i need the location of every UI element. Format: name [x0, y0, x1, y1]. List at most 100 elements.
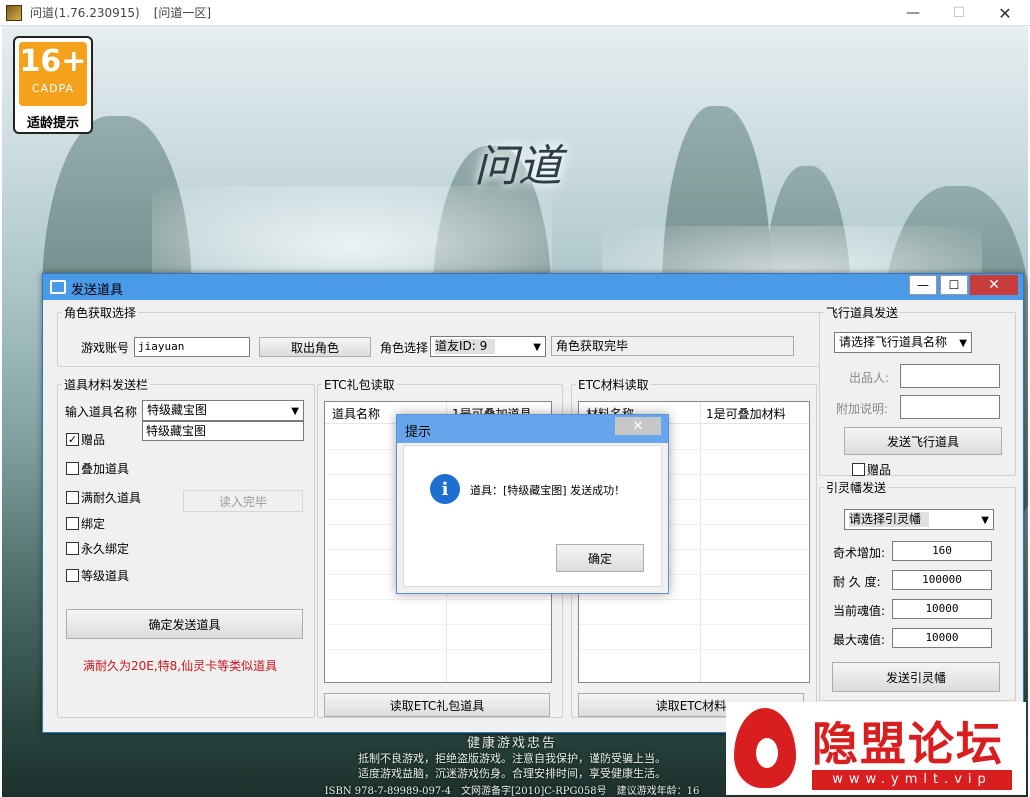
- game-app-icon: [6, 4, 22, 21]
- age-rating-tip: 适龄提示: [26, 116, 79, 131]
- tool-close-button[interactable]: ✕: [970, 275, 1018, 295]
- health-notice: 健康游戏忠告 抵制不良游戏，拒绝盗版游戏。注意自我保护，谨防受骗上当。 适度游戏…: [292, 732, 732, 797]
- health-notice-line: 适度游戏益脑，沉迷游戏伤身。合理安排时间，享受健康生活。: [358, 767, 666, 780]
- send-flight-item-button[interactable]: 发送飞行道具: [844, 427, 1002, 455]
- info-icon: i: [430, 474, 460, 504]
- account-input[interactable]: jiayuan: [134, 337, 250, 357]
- durability-hint: 满耐久为20E,特8,仙灵卡等类似道具: [83, 659, 278, 673]
- read-done-button[interactable]: 读入完毕: [183, 490, 303, 512]
- chevron-down-icon: ▼: [533, 342, 541, 353]
- producer-input[interactable]: [900, 364, 1000, 388]
- game-server-name: [问道一区]: [153, 6, 212, 20]
- etc-gift-legend: ETC礼包读取: [324, 378, 395, 392]
- app-icon: [50, 280, 66, 294]
- dialog-close-button[interactable]: ✕: [615, 417, 661, 435]
- chevron-down-icon: ▼: [959, 338, 967, 349]
- role-selected-value: 道友ID: 9: [435, 339, 496, 354]
- bind-checkbox[interactable]: 绑定: [66, 515, 105, 532]
- role-group-legend: 角色获取选择: [64, 306, 137, 320]
- close-icon: ✕: [998, 3, 1012, 23]
- health-notice-title: 健康游戏忠告: [466, 736, 557, 751]
- banner-group: 引灵幡发送 请选择引灵幡 ▼ 奇术增加: 160 耐 久 度: 100000 当…: [819, 479, 1016, 701]
- game-logo: 问道: [474, 141, 562, 192]
- health-notice-line: 抵制不良游戏，拒绝盗版游戏。注意自我保护，谨防受骗上当。: [358, 752, 666, 765]
- checkbox-icon: [852, 463, 865, 476]
- close-icon: ✕: [988, 277, 1000, 293]
- item-name-label: 输入道具名称: [65, 405, 138, 419]
- flame-logo-icon: [734, 708, 796, 788]
- dialog-body: i 道具：[特级藏宝图] 发送成功！ 确定: [403, 445, 662, 587]
- watermark-url: www.ymlt.vip: [812, 770, 1012, 790]
- account-label: 游戏账号: [81, 341, 130, 355]
- flight-item-select[interactable]: 请选择飞行道具名称 ▼: [834, 332, 972, 353]
- game-maximize-button[interactable]: ☐: [936, 0, 982, 26]
- stackable-checkbox[interactable]: 叠加道具: [66, 460, 129, 477]
- item-suggestion[interactable]: 特级藏宝图: [142, 421, 304, 441]
- dialog-ok-button[interactable]: 确定: [556, 544, 644, 572]
- age-rating-number: 16+: [19, 44, 87, 79]
- flight-item-legend: 飞行道具发送: [826, 306, 899, 320]
- send-banner-button[interactable]: 发送引灵幡: [832, 662, 1000, 692]
- item-group: 道具材料发送栏 输入道具名称 特级藏宝图 ▼ 特级藏宝图 ✓ 赠品 叠加道具 满耐…: [57, 376, 315, 718]
- durability-input[interactable]: 100000: [892, 570, 992, 590]
- dialog-message: 道具：[特级藏宝图] 发送成功！: [470, 484, 626, 497]
- fetch-role-button[interactable]: 取出角色: [259, 337, 371, 357]
- checkbox-icon: [66, 569, 79, 582]
- role-group: 角色获取选择 游戏账号 jiayuan 取出角色 角色选择 道友ID: 9 ▼ …: [57, 304, 820, 367]
- permanent-bind-checkbox[interactable]: 永久绑定: [66, 540, 129, 557]
- level-item-checkbox[interactable]: 等级道具: [66, 567, 129, 584]
- tool-maximize-button[interactable]: ☐: [940, 275, 968, 295]
- maximize-icon: ☐: [948, 278, 960, 292]
- role-select-label: 角色选择: [380, 341, 429, 355]
- role-status: 角色获取完毕: [551, 336, 794, 356]
- gift-checkbox[interactable]: ✓ 赠品: [66, 431, 105, 448]
- note-input[interactable]: [900, 395, 1000, 419]
- column-header-stackable: 1是可叠加材料: [706, 407, 786, 421]
- magic-bonus-input[interactable]: 160: [892, 541, 992, 561]
- tool-window-title: 发送道具: [71, 283, 124, 298]
- tool-titlebar: 发送道具 — ☐ ✕: [43, 274, 1023, 300]
- banner-legend: 引灵幡发送: [826, 481, 887, 495]
- isbn-line: ISBN 978-7-89989-097-4 文网游备字[2010]C-RPG0…: [324, 786, 700, 797]
- maximize-icon: ☐: [952, 5, 966, 21]
- checkbox-icon: [66, 542, 79, 555]
- banner-placeholder: 请选择引灵幡: [849, 512, 930, 527]
- flight-item-group: 飞行道具发送 请选择飞行道具名称 ▼ 出品人: 附加说明: 发送飞行道具 赠品: [819, 304, 1016, 478]
- current-soul-input[interactable]: 10000: [892, 599, 992, 619]
- flight-item-placeholder: 请选择飞行道具名称: [839, 335, 948, 349]
- game-minimize-button[interactable]: —: [890, 0, 936, 26]
- confirm-send-item-button[interactable]: 确定发送道具: [66, 609, 303, 639]
- chevron-down-icon: ▼: [981, 515, 989, 526]
- checkbox-icon: [66, 517, 79, 530]
- success-dialog: 提示 ✕ i 道具：[特级藏宝图] 发送成功！ 确定: [396, 414, 669, 594]
- close-icon: ✕: [632, 418, 644, 434]
- tool-minimize-button[interactable]: —: [909, 275, 937, 295]
- item-selected-value: 特级藏宝图: [147, 403, 208, 417]
- read-etc-gift-button[interactable]: 读取ETC礼包道具: [324, 693, 550, 717]
- checkbox-checked-icon: ✓: [66, 433, 79, 446]
- game-close-button[interactable]: ✕: [982, 0, 1028, 26]
- chevron-down-icon: ▼: [291, 406, 299, 417]
- game-titlebar: 问道(1.76.230915) [问道一区] — ☐ ✕: [0, 0, 1030, 26]
- flight-gift-checkbox[interactable]: 赠品: [852, 461, 891, 478]
- age-rating-badge: 16+ CADPA 适龄提示: [13, 36, 93, 134]
- dialog-titlebar: 提示 ✕: [397, 415, 668, 443]
- dialog-title: 提示: [405, 425, 432, 440]
- magic-bonus-label: 奇术增加:: [833, 546, 886, 560]
- checkbox-icon: [66, 462, 79, 475]
- checkbox-icon: [66, 491, 79, 504]
- note-label: 附加说明:: [836, 402, 889, 416]
- item-name-select[interactable]: 特级藏宝图 ▼: [142, 400, 304, 421]
- max-soul-input[interactable]: 10000: [892, 628, 992, 648]
- producer-label: 出品人:: [849, 371, 890, 385]
- current-soul-label: 当前魂值:: [833, 604, 886, 618]
- watermark-title: 隐盟论坛: [812, 717, 1004, 771]
- max-soul-label: 最大魂值:: [833, 633, 886, 647]
- role-select[interactable]: 道友ID: 9 ▼: [430, 336, 546, 357]
- banner-select[interactable]: 请选择引灵幡 ▼: [844, 509, 994, 530]
- full-durability-checkbox[interactable]: 满耐久道具: [66, 489, 141, 506]
- etc-material-legend: ETC材料读取: [578, 378, 649, 392]
- minimize-icon: —: [917, 278, 929, 292]
- watermark: 隐盟论坛 www.ymlt.vip: [726, 702, 1026, 795]
- age-rating-org: CADPA: [31, 82, 75, 95]
